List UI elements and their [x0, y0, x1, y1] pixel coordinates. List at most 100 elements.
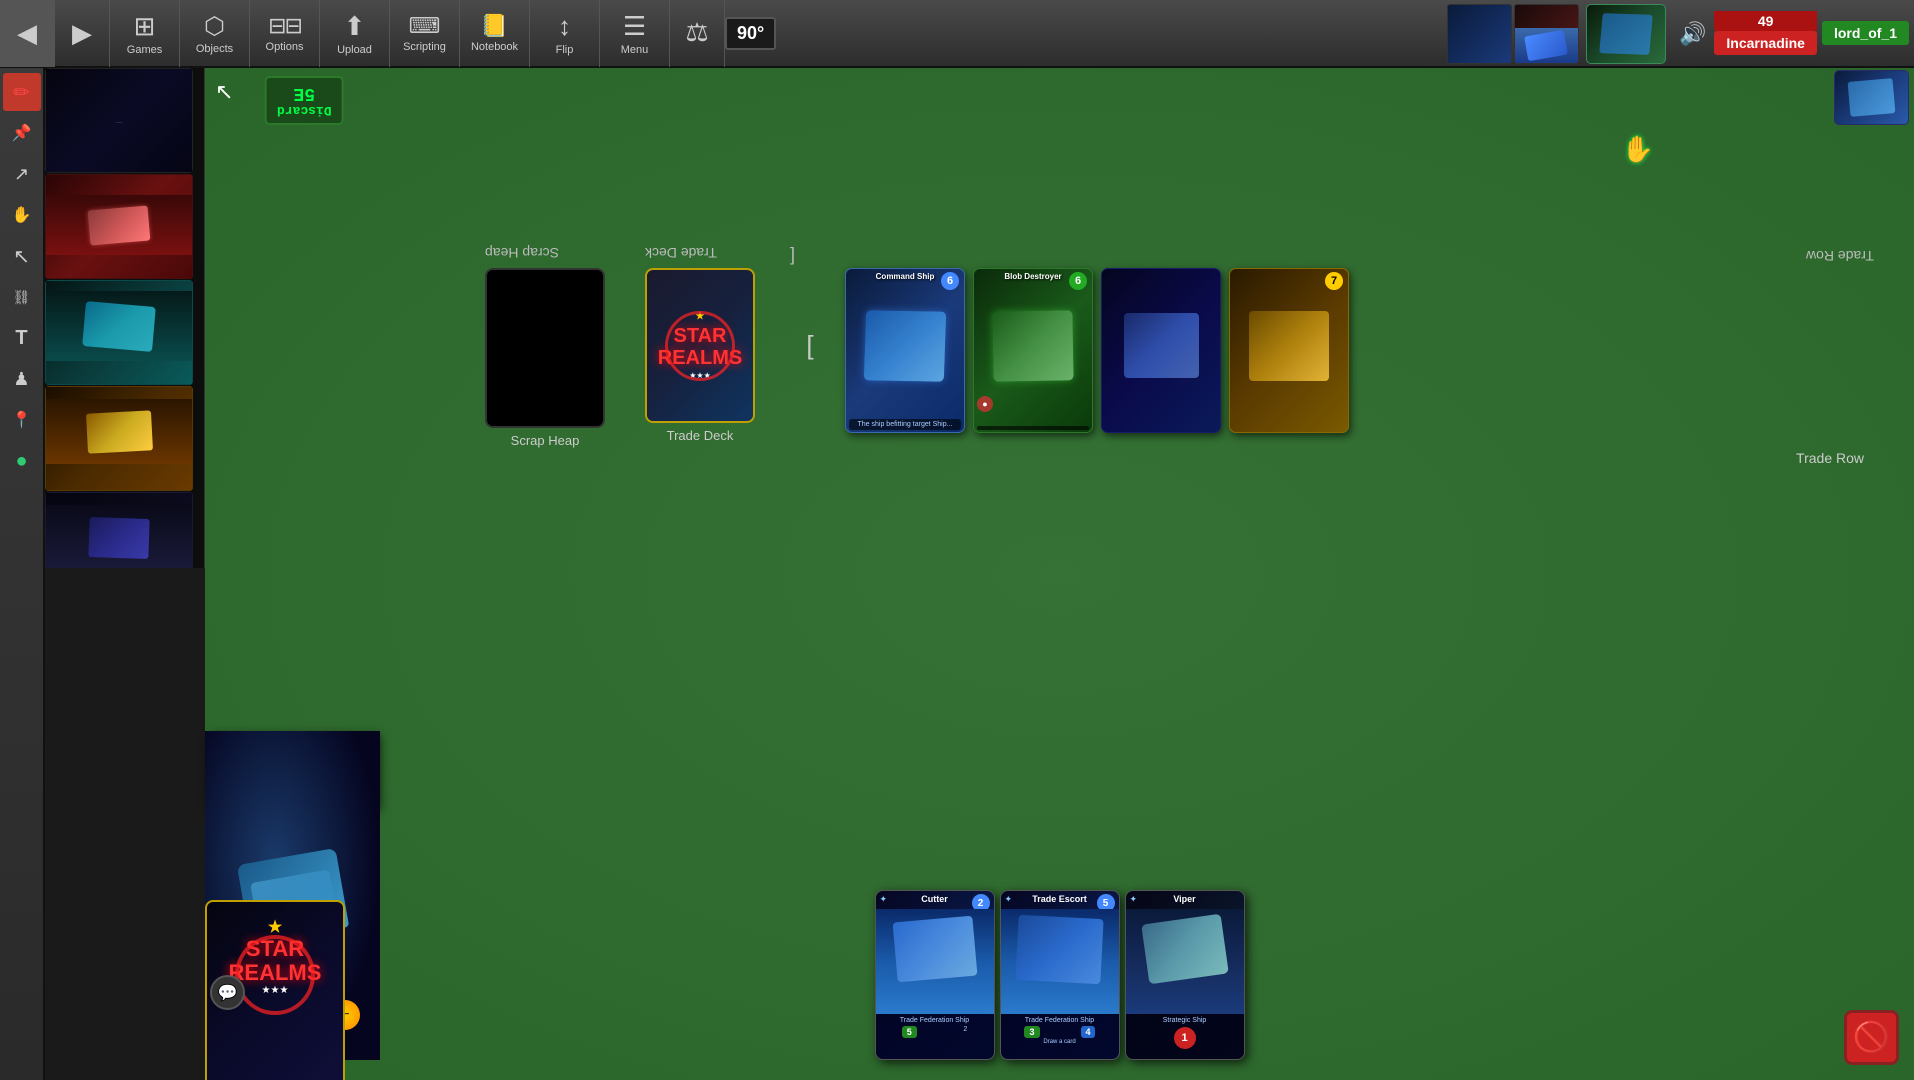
player1-badge: 49 Incarnadine — [1714, 11, 1817, 57]
upload-label: Upload — [337, 44, 372, 56]
objects-icon: ⬡ — [204, 12, 225, 41]
opponent-card-1[interactable] — [1834, 70, 1909, 125]
flip-icon: ↕ — [558, 11, 571, 42]
trade-deck-card[interactable]: ★ STARREALMS ★★★ — [645, 268, 755, 423]
tool-pin[interactable]: 📌 — [3, 114, 41, 152]
games-label: Games — [127, 44, 162, 56]
left-panel-card-1[interactable]: ... — [45, 68, 193, 173]
text-icon: T — [15, 327, 27, 350]
scripting-icon: ⌨ — [409, 13, 441, 39]
arrow-left-icon: ◀ — [17, 18, 37, 49]
link-icon: ⛓ — [13, 289, 31, 306]
card-thumb-2 — [1514, 4, 1579, 64]
rotation-display: 90° — [725, 17, 776, 50]
tool-pin2[interactable]: 📍 — [3, 401, 41, 439]
left-panel-card-4[interactable] — [45, 386, 193, 491]
opponent-card-thumb — [1586, 4, 1666, 64]
opponent-cursor: ✋ — [1622, 133, 1654, 165]
hand-card-trade-escort[interactable]: Trade Escort 5 ✦ Trade Federation Ship 3… — [1000, 890, 1120, 1060]
notebook-icon: 📒 — [481, 13, 508, 39]
trade-deck-area: ★ STARREALMS ★★★ Trade Deck — [645, 268, 755, 443]
objects-label: Objects — [196, 43, 233, 55]
card-thumb-1 — [1447, 4, 1512, 64]
tool-ruler[interactable]: ↗ — [3, 155, 41, 193]
flip-button[interactable]: ↕ Flip — [530, 0, 600, 67]
trade-card-blob-destroyer[interactable]: Blob Destroyer 6 ● — [973, 268, 1093, 433]
weights-button[interactable]: ⚖ — [670, 0, 725, 67]
player-hand-area: Cutter 2 ✦ Trade Federation Ship 5 2 Tra… — [875, 890, 1245, 1060]
scripting-button[interactable]: ⌨ Scripting — [390, 0, 460, 67]
player2-name: lord_of_1 — [1834, 25, 1897, 41]
player1-score: 49 — [1714, 11, 1817, 31]
left-panel-card-2[interactable] — [45, 174, 193, 279]
prohibition-button[interactable]: 🚫 — [1844, 1010, 1899, 1065]
card-thumbnails — [1447, 4, 1666, 64]
opponent-hand-cards — [1834, 70, 1909, 125]
trade-deck-label: Trade Deck — [645, 428, 755, 443]
tool-circle[interactable]: ● — [3, 442, 41, 480]
ruler-icon: ↗ — [14, 164, 29, 185]
scrap-heap-label: Scrap Heap — [485, 433, 605, 448]
left-cards-panel: ... — [45, 68, 205, 568]
flip-label: Flip — [556, 44, 574, 56]
options-icon: ⊟⊟ — [268, 13, 301, 39]
opponent-discard-area: Discard 5E — [265, 76, 344, 125]
trade-card-4[interactable]: 7 — [1229, 268, 1349, 433]
bracket-bottom-label — [785, 428, 835, 443]
discard-top-value: 5E — [277, 83, 332, 103]
player1-name: Incarnadine — [1726, 35, 1805, 51]
notebook-button[interactable]: 📒 Notebook — [460, 0, 530, 67]
upload-icon: ⬆ — [344, 11, 366, 42]
bracket-label-inverted: [ — [790, 246, 795, 267]
chat-button[interactable]: 💬 — [210, 975, 245, 1010]
games-button[interactable]: ⊞ Games — [110, 0, 180, 67]
hand-card-viper[interactable]: Viper ✦ Strategic Ship 1 — [1125, 890, 1245, 1060]
arrow-right-icon: ▶ — [72, 18, 92, 49]
trade-row-label-inverted: Trade Row — [1806, 246, 1874, 264]
left-sidebar: ✏ 📌 ↗ ✋ ↖ ⛓ T ♟ 📍 ● — [0, 68, 45, 1080]
notebook-label: Notebook — [471, 41, 518, 53]
circle-icon: ● — [15, 450, 27, 473]
volume-icon[interactable]: 🔊 — [1679, 21, 1706, 47]
left-panel-card-5[interactable] — [45, 492, 193, 568]
chat-icon: 💬 — [218, 983, 238, 1003]
hand-card-cutter[interactable]: Cutter 2 ✦ Trade Federation Ship 5 2 — [875, 890, 995, 1060]
trade-deck-label-inverted: Trade Deck — [645, 243, 717, 261]
trade-card-command-ship[interactable]: Command Ship 6 The ship befitting target… — [845, 268, 965, 433]
player-area-top-right: 🔊 49 Incarnadine lord_of_1 — [1447, 0, 1914, 68]
pin-icon: 📌 — [12, 123, 32, 143]
trade-row-label: Trade Row — [1796, 450, 1864, 466]
menu-icon: ☰ — [623, 11, 646, 42]
tool-text[interactable]: T — [3, 319, 41, 357]
prohibition-icon: 🚫 — [1853, 1020, 1890, 1055]
player2-name-tag: lord_of_1 — [1822, 21, 1909, 45]
discard-top-label: Discard — [277, 103, 332, 118]
tool-link[interactable]: ⛓ — [3, 278, 41, 316]
upload-button[interactable]: ⬆ Upload — [320, 0, 390, 67]
options-label: Options — [266, 41, 304, 53]
player1-name-tag: Incarnadine — [1714, 31, 1817, 55]
nav-forward-button[interactable]: ▶ — [55, 0, 110, 67]
pencil-icon: ✏ — [13, 80, 30, 105]
nav-back-button[interactable]: ◀ — [0, 0, 55, 67]
hand-icon: ✋ — [12, 205, 32, 225]
options-button[interactable]: ⊟⊟ Options — [250, 0, 320, 67]
scrap-heap-card[interactable] — [485, 268, 605, 428]
tool-pencil[interactable]: ✏ — [3, 73, 41, 111]
left-panel-card-3[interactable] — [45, 280, 193, 385]
menu-button[interactable]: ☰ Menu — [600, 0, 670, 67]
pin2-icon: 📍 — [12, 410, 32, 430]
trade-card-3[interactable] — [1101, 268, 1221, 433]
objects-button[interactable]: ⬡ Objects — [180, 0, 250, 67]
figure-icon: ♟ — [13, 369, 29, 390]
tool-hand[interactable]: ✋ — [3, 196, 41, 234]
tool-figure[interactable]: ♟ — [3, 360, 41, 398]
tool-cursor[interactable]: ↖ — [3, 237, 41, 275]
bracket-label: [ — [806, 330, 813, 361]
trade-row-area: Command Ship 6 The ship befitting target… — [845, 268, 1349, 433]
game-board: Discard 5E Scrap Heap Trade Deck [ Trade… — [205, 68, 1914, 1080]
chat-area: 💬 — [210, 975, 245, 1010]
scripting-label: Scripting — [403, 41, 446, 53]
trade-row-label-area: Trade Row — [1796, 450, 1864, 468]
menu-label: Menu — [621, 44, 649, 56]
